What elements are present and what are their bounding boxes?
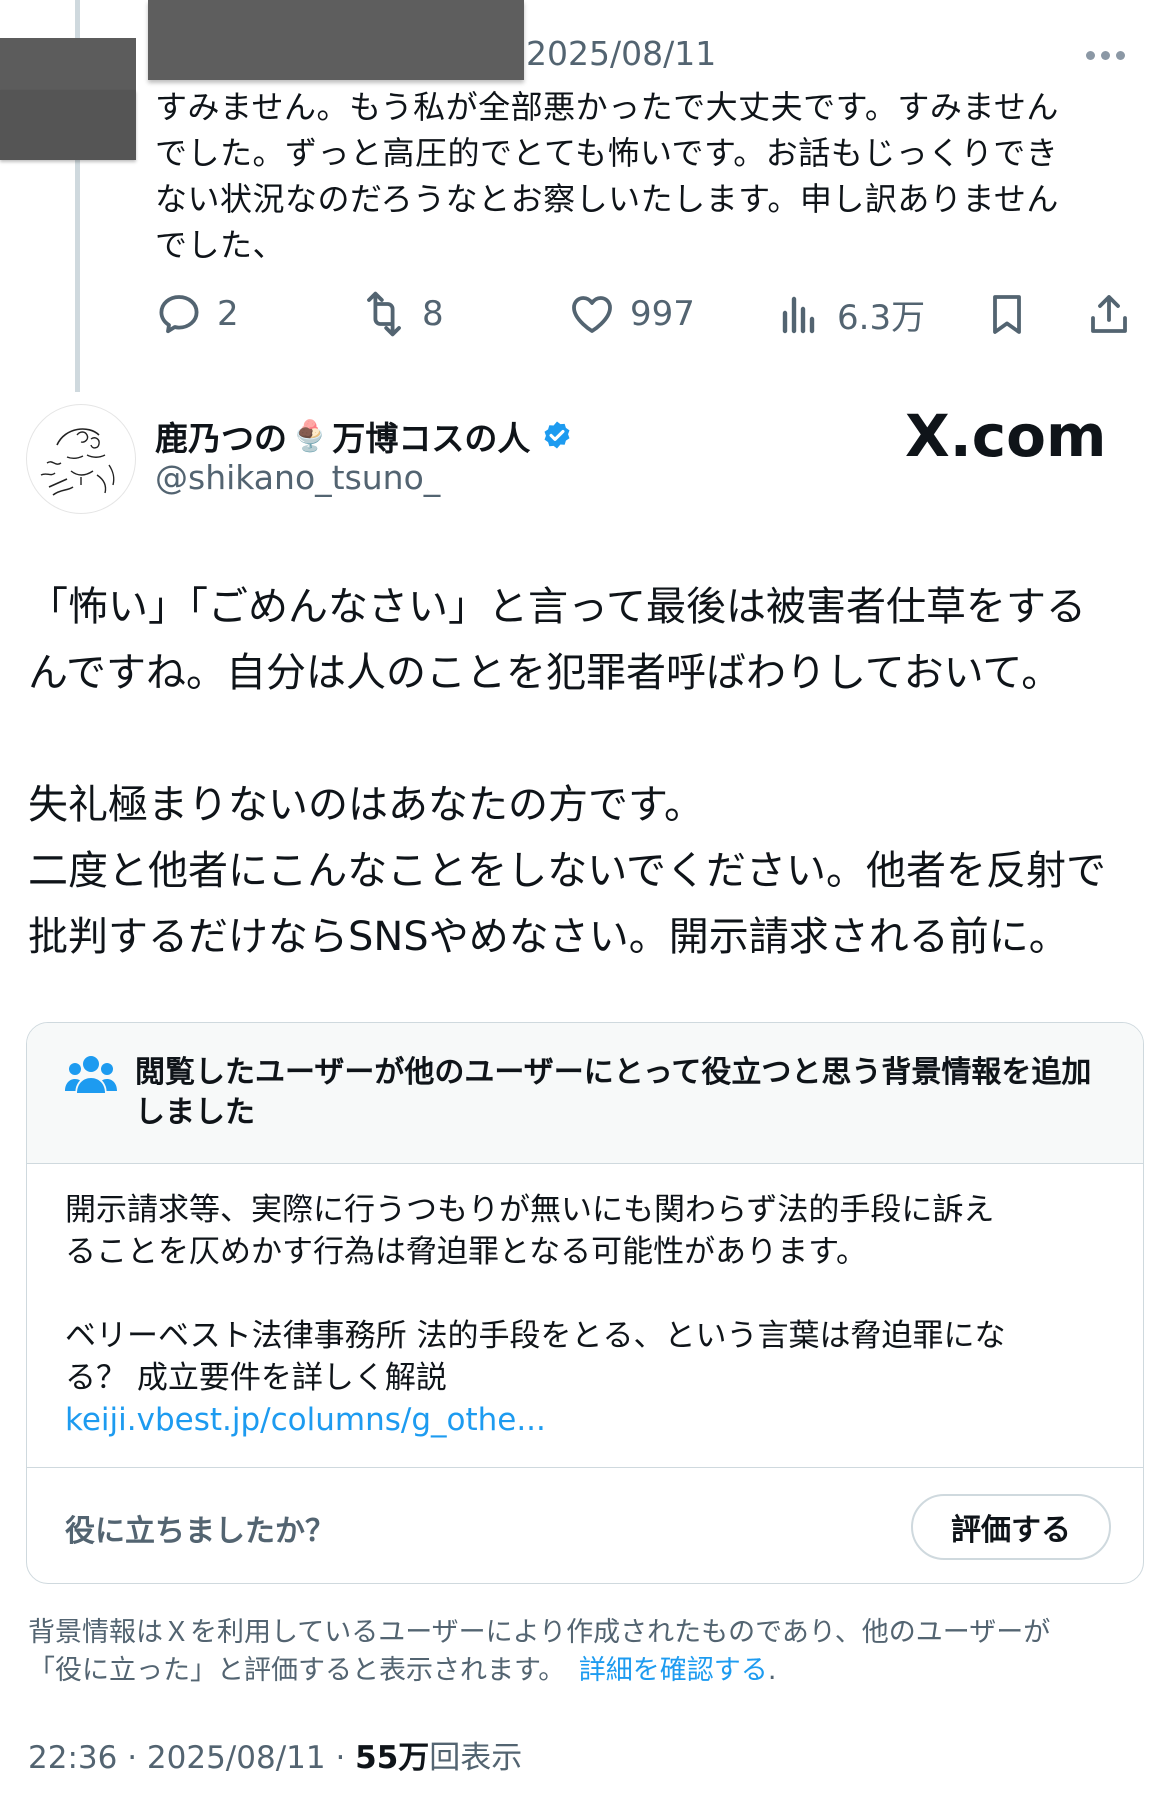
views-label: 回表示 — [429, 1740, 523, 1776]
views-total: 55万 — [355, 1740, 430, 1776]
tweet-body: 「怖い」「ごめんなさい」と言って最後は被害者仕草をする んですね。自分は人のこと… — [28, 574, 1148, 970]
avatar-sketch-icon — [40, 428, 115, 496]
note-spacer — [65, 1273, 1115, 1315]
learn-more-link[interactable]: 詳細を確認する — [579, 1655, 768, 1686]
user-handle[interactable]: @shikano_tsuno_ — [155, 458, 440, 497]
tweet-body-line: 批判するだけならSNSやめなさい。開示請求される前に。 — [28, 914, 1069, 960]
display-name[interactable]: 鹿乃つの 🍨 万博コスの人 — [155, 412, 574, 460]
community-note-title: 閲覧したユーザーが他のユーザーにとって役立つと思う背景情報を追加しました — [135, 1055, 1092, 1130]
tweet-time[interactable]: 22:36 — [28, 1740, 117, 1776]
redacted-username-block — [148, 0, 524, 80]
note-text-line: 開示請求等、実際に行うつもりが無いにも関わらず法的手段に訴え — [65, 1192, 995, 1228]
display-name-text-2: 万博コスの人 — [332, 419, 531, 458]
retweet-count: 8 — [422, 294, 444, 334]
share-button[interactable] — [1085, 290, 1133, 338]
reply-tweet-date[interactable]: 2025/08/11 — [526, 34, 716, 73]
community-note-disclaimer: 背景情報はＸを利用しているユーザーにより作成されたものであり、他のユーザーが 「… — [28, 1614, 1148, 1690]
tweet-meta: 22:36 · 2025/08/11 · 55万回表示 — [28, 1732, 522, 1777]
reply-button[interactable]: 2 — [155, 290, 239, 338]
heart-icon — [572, 296, 612, 333]
tweet-date[interactable]: 2025/08/11 — [147, 1740, 326, 1776]
verified-badge-icon — [544, 421, 570, 449]
ice-cream-emoji-icon: 🍨 — [291, 418, 329, 454]
tweet-body-line: 失礼極まりないのはあなたの方です。 — [28, 782, 704, 828]
rate-button[interactable]: 評価する — [911, 1494, 1111, 1560]
reply-text-line: でした。ずっと高圧的でとても怖いです。お話もじっくりでき — [155, 134, 1059, 172]
more-options-icon[interactable] — [1086, 40, 1136, 70]
reply-text-line: でした、 — [155, 226, 286, 264]
bookmark-icon — [993, 295, 1021, 334]
note-source-link[interactable]: keiji.vbest.jp/columns/g_othe... — [65, 1399, 1115, 1441]
tweet-body-line: んですね。自分は人のことを犯罪者呼ばわりしておいて。 — [28, 650, 1062, 696]
tweet-body-line: 二度と他者にこんなことをしないでください。他者を反射で — [28, 848, 1106, 894]
meta-separator: · — [117, 1740, 147, 1776]
disclaimer-period: . — [767, 1655, 777, 1686]
bookmark-button[interactable] — [983, 290, 1031, 338]
disclaimer-line-2: 「役に立った」と評価すると表示されます。 詳細を確認する. — [28, 1652, 1148, 1690]
share-icon — [1091, 295, 1127, 333]
tweet-body-blank — [28, 706, 1148, 772]
note-text-line: ることを仄めかす行為は脅迫罪となる可能性があります。 — [65, 1234, 867, 1270]
disclaimer-text: 「役に立った」と評価すると表示されます。 — [28, 1655, 552, 1686]
community-note: 閲覧したユーザーが他のユーザーにとって役立つと思う背景情報を追加しました 開示請… — [26, 1022, 1144, 1584]
reply-icon — [159, 295, 199, 334]
community-note-body: 開示請求等、実際に行うつもりが無いにも関わらず法的手段に訴え ることを仄めかす行… — [65, 1189, 1115, 1441]
helpful-question: 役に立ちましたか？ — [65, 1514, 335, 1549]
note-source-line: る？ 成立要件を詳しく解説 — [65, 1360, 447, 1396]
like-button[interactable]: 997 — [568, 290, 695, 338]
reply-text-line: ない状況なのだろうなとお察しいたします。申し訳ありません — [155, 180, 1059, 218]
retweet-icon — [367, 291, 401, 337]
analytics-icon — [782, 296, 815, 333]
user-avatar[interactable] — [26, 404, 136, 514]
meta-separator-2: · — [325, 1740, 356, 1776]
community-note-header: 閲覧したユーザーが他のユーザーにとって役立つと思う背景情報を追加しました — [27, 1023, 1143, 1164]
redacted-avatar-block-lower — [0, 90, 136, 160]
views-button[interactable]: 6.3万 — [775, 290, 925, 339]
x-com-watermark: X.com — [905, 402, 1107, 470]
like-count: 997 — [630, 294, 695, 334]
community-note-footer: 役に立ちましたか？ 評価する — [27, 1467, 1143, 1583]
redacted-avatar-block — [0, 38, 136, 90]
views-count: 6.3万 — [837, 298, 926, 338]
reply-text-line: すみません。もう私が全部悪かったで大丈夫です。すみません — [155, 88, 1059, 126]
reply-count: 2 — [217, 294, 239, 334]
display-name-text: 鹿乃つの — [155, 419, 287, 458]
reply-tweet-text: すみません。もう私が全部悪かったで大丈夫です。すみません でした。ずっと高圧的で… — [155, 84, 1115, 268]
note-source-line: ベリーベスト法律事務所 法的手段をとる、という言葉は脅迫罪にな — [65, 1318, 1006, 1354]
retweet-button[interactable]: 8 — [360, 290, 444, 338]
community-users-icon — [65, 1056, 117, 1093]
tweet-body-line: 「怖い」「ごめんなさい」と言って最後は被害者仕草をする — [28, 584, 1086, 630]
disclaimer-line: 背景情報はＸを利用しているユーザーにより作成されたものであり、他のユーザーが — [28, 1617, 1051, 1648]
